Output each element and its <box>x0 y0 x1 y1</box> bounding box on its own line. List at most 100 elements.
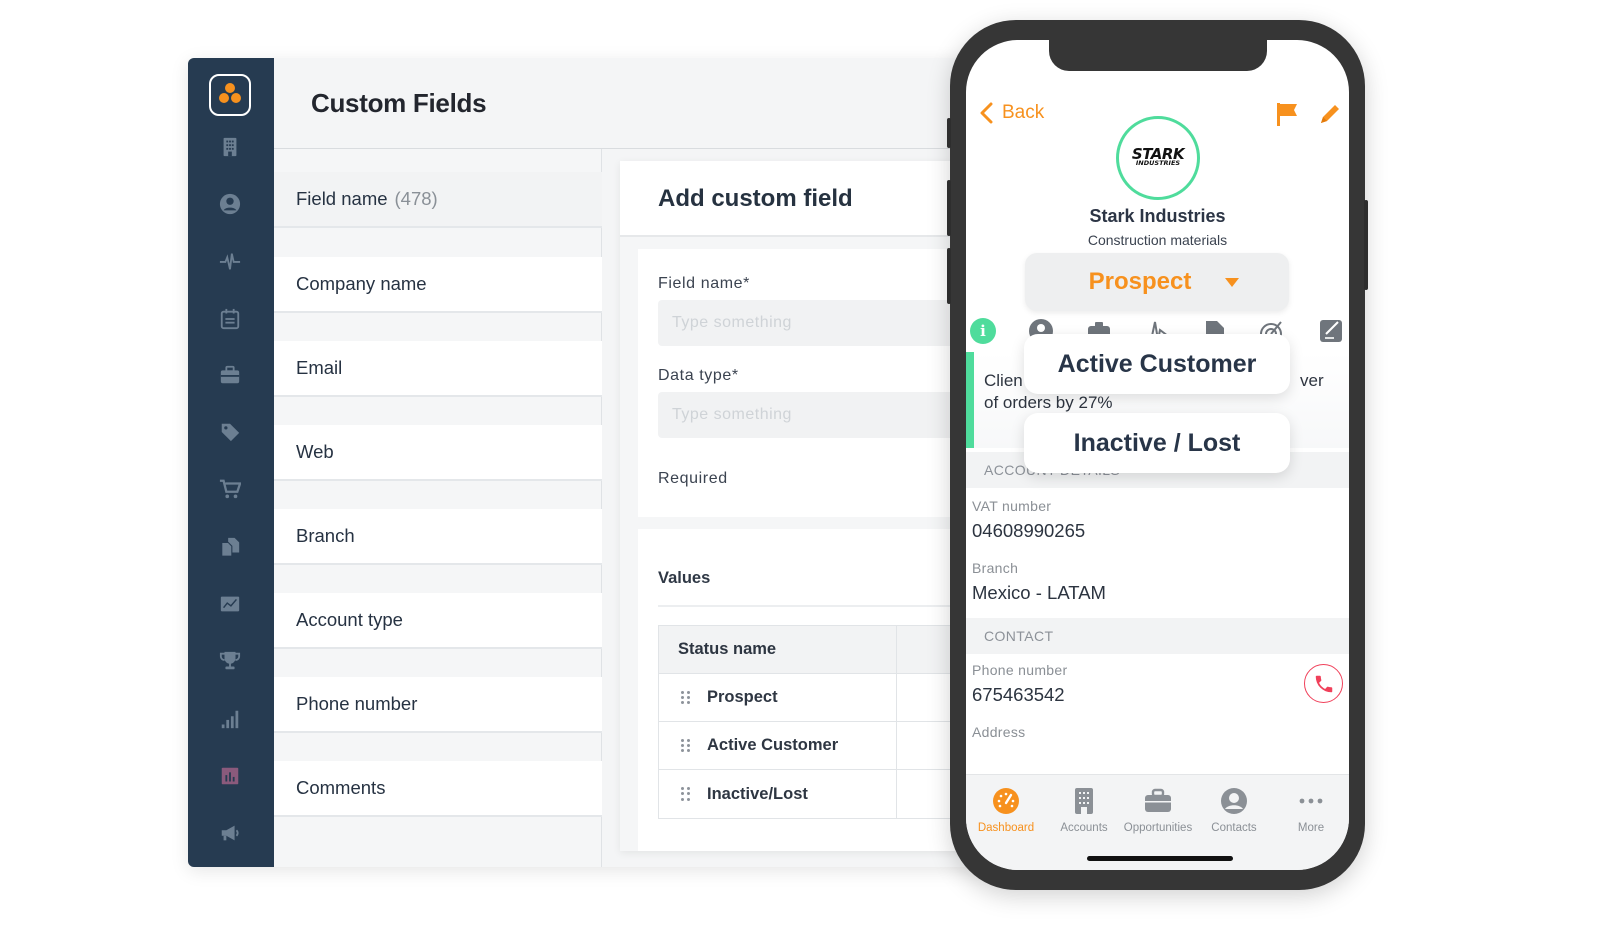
field-row[interactable]: Comments <box>274 761 602 817</box>
sidebar-item-dashboards[interactable] <box>217 763 243 789</box>
status-dropdown[interactable]: Prospect <box>1025 253 1289 311</box>
tab-label: Dashboard <box>977 822 1035 834</box>
tab-label: Opportunities <box>1123 822 1193 834</box>
field-row[interactable]: Phone number <box>274 677 602 733</box>
tab-contacts[interactable]: Contacts <box>1194 787 1274 834</box>
marketing-composite: Custom Fields Field name (478) Company n… <box>0 0 1604 945</box>
field-row[interactable]: Company name <box>274 257 602 313</box>
field-name: Web <box>296 441 334 462</box>
user-circle-icon <box>1221 788 1247 814</box>
briefcase-icon <box>1145 788 1171 812</box>
status-selected-value: Prospect <box>1088 268 1192 295</box>
drag-handle-icon[interactable] <box>681 690 693 705</box>
chevron-left-icon <box>980 102 993 124</box>
briefcase-icon <box>220 365 240 384</box>
values-label: Values <box>658 569 711 587</box>
phone-mockup: Back STARK INDUSTRIES Stark Industries C… <box>947 20 1368 890</box>
sidebar-item-calendar[interactable] <box>217 306 243 332</box>
field-row[interactable]: Web <box>274 425 602 481</box>
vat-number-label: VAT number <box>972 498 1052 514</box>
page-title: Custom Fields <box>311 88 487 118</box>
phone-number-value: 675463542 <box>972 684 1065 705</box>
back-button[interactable]: Back <box>978 102 1044 124</box>
sidebar-item-accounts[interactable] <box>217 134 243 160</box>
user-circle-icon <box>219 193 241 215</box>
status-name-column-header: Status name <box>678 640 777 658</box>
status-table-header: Status name <box>659 626 988 674</box>
tab-label: More <box>1297 822 1325 834</box>
values-section: Values Status name Prospect Active Custo… <box>638 529 988 851</box>
tab-label: Contacts <box>1211 822 1257 834</box>
home-indicator[interactable] <box>1087 856 1233 861</box>
sidebar-item-activity[interactable] <box>217 248 243 274</box>
data-type-input[interactable] <box>658 392 988 438</box>
status-option[interactable]: Inactive / Lost <box>1024 413 1290 473</box>
field-row[interactable]: Email <box>274 341 602 397</box>
phone-side-button <box>947 118 951 148</box>
status-option[interactable]: Active Customer <box>1024 334 1290 394</box>
sidebar-item-campaigns[interactable] <box>217 820 243 846</box>
field-row[interactable]: Account type <box>274 593 602 649</box>
more-dots-icon <box>1299 798 1323 804</box>
phone-side-button <box>947 248 951 304</box>
phone-side-button <box>1364 200 1368 290</box>
sidebar-item-tags[interactable] <box>217 419 243 445</box>
field-list-header[interactable]: Field name (478) <box>274 172 602 228</box>
note-line-end: ver <box>1300 371 1324 390</box>
notes-edit-tab-icon[interactable] <box>1318 318 1344 344</box>
column-divider <box>896 674 897 721</box>
panel-title: Add custom field <box>658 185 853 212</box>
line-chart-icon <box>220 596 240 612</box>
calendar-icon <box>220 308 240 330</box>
sidebar-item-goals[interactable] <box>217 648 243 674</box>
info-icon[interactable]: i <box>970 318 996 344</box>
call-button[interactable] <box>1304 664 1343 703</box>
sidebar-item-reports[interactable] <box>217 706 243 732</box>
section-contact: CONTACT <box>966 618 1349 654</box>
status-row[interactable]: Prospect <box>659 674 988 722</box>
sidebar-item-orders[interactable] <box>217 476 243 502</box>
field-name: Branch <box>296 525 355 546</box>
note-accent-bar <box>966 352 974 448</box>
sidebar-item-documents[interactable] <box>217 534 243 560</box>
drag-handle-icon[interactable] <box>681 787 693 801</box>
field-name-input[interactable] <box>658 300 988 346</box>
pulse-icon <box>219 253 241 270</box>
sidebar-item-opportunities[interactable] <box>217 362 243 388</box>
tab-opportunities[interactable]: Opportunities <box>1118 787 1198 834</box>
phone-number-label: Phone number <box>972 662 1068 678</box>
cart-icon <box>219 479 241 499</box>
field-list-header-label: Field name <box>296 188 388 209</box>
tab-accounts[interactable]: Accounts <box>1044 787 1124 834</box>
field-count: (478) <box>394 188 438 209</box>
panel-header: Add custom field <box>620 161 988 237</box>
app-logo-button[interactable] <box>209 74 251 116</box>
desktop-app-window: Custom Fields Field name (478) Company n… <box>188 58 988 867</box>
sidebar-item-contacts[interactable] <box>217 191 243 217</box>
field-name: Comments <box>296 777 386 798</box>
sidebar-item-analytics[interactable] <box>217 591 243 617</box>
field-list: Field name (478) Company name Email Web … <box>274 149 602 867</box>
status-table: Status name Prospect Active Customer Ina… <box>658 625 988 819</box>
edit-pencil-icon[interactable] <box>1318 102 1342 126</box>
tab-dashboard[interactable]: Dashboard <box>966 787 1046 834</box>
field-row[interactable]: Branch <box>274 509 602 565</box>
flag-icon[interactable] <box>1276 102 1298 126</box>
tab-label: Accounts <box>1060 822 1108 834</box>
tab-more[interactable]: More <box>1271 787 1349 834</box>
documents-icon <box>221 537 240 557</box>
drag-handle-icon[interactable] <box>681 738 693 753</box>
phone-side-button <box>947 180 951 236</box>
field-name: Email <box>296 357 343 378</box>
phone-icon <box>1315 675 1332 692</box>
status-row[interactable]: Active Customer <box>659 722 988 770</box>
status-row[interactable]: Inactive/Lost <box>659 770 988 818</box>
company-logo: STARK INDUSTRIES <box>1116 116 1200 200</box>
data-type-label: Data type* <box>658 367 739 384</box>
note-line-start: Clien <box>984 371 1023 390</box>
main-content: Custom Fields Field name (478) Company n… <box>274 58 988 867</box>
sidebar <box>188 58 274 867</box>
report-chart-icon <box>221 767 239 785</box>
status-name: Active Customer <box>707 736 839 754</box>
column-divider <box>896 770 897 818</box>
